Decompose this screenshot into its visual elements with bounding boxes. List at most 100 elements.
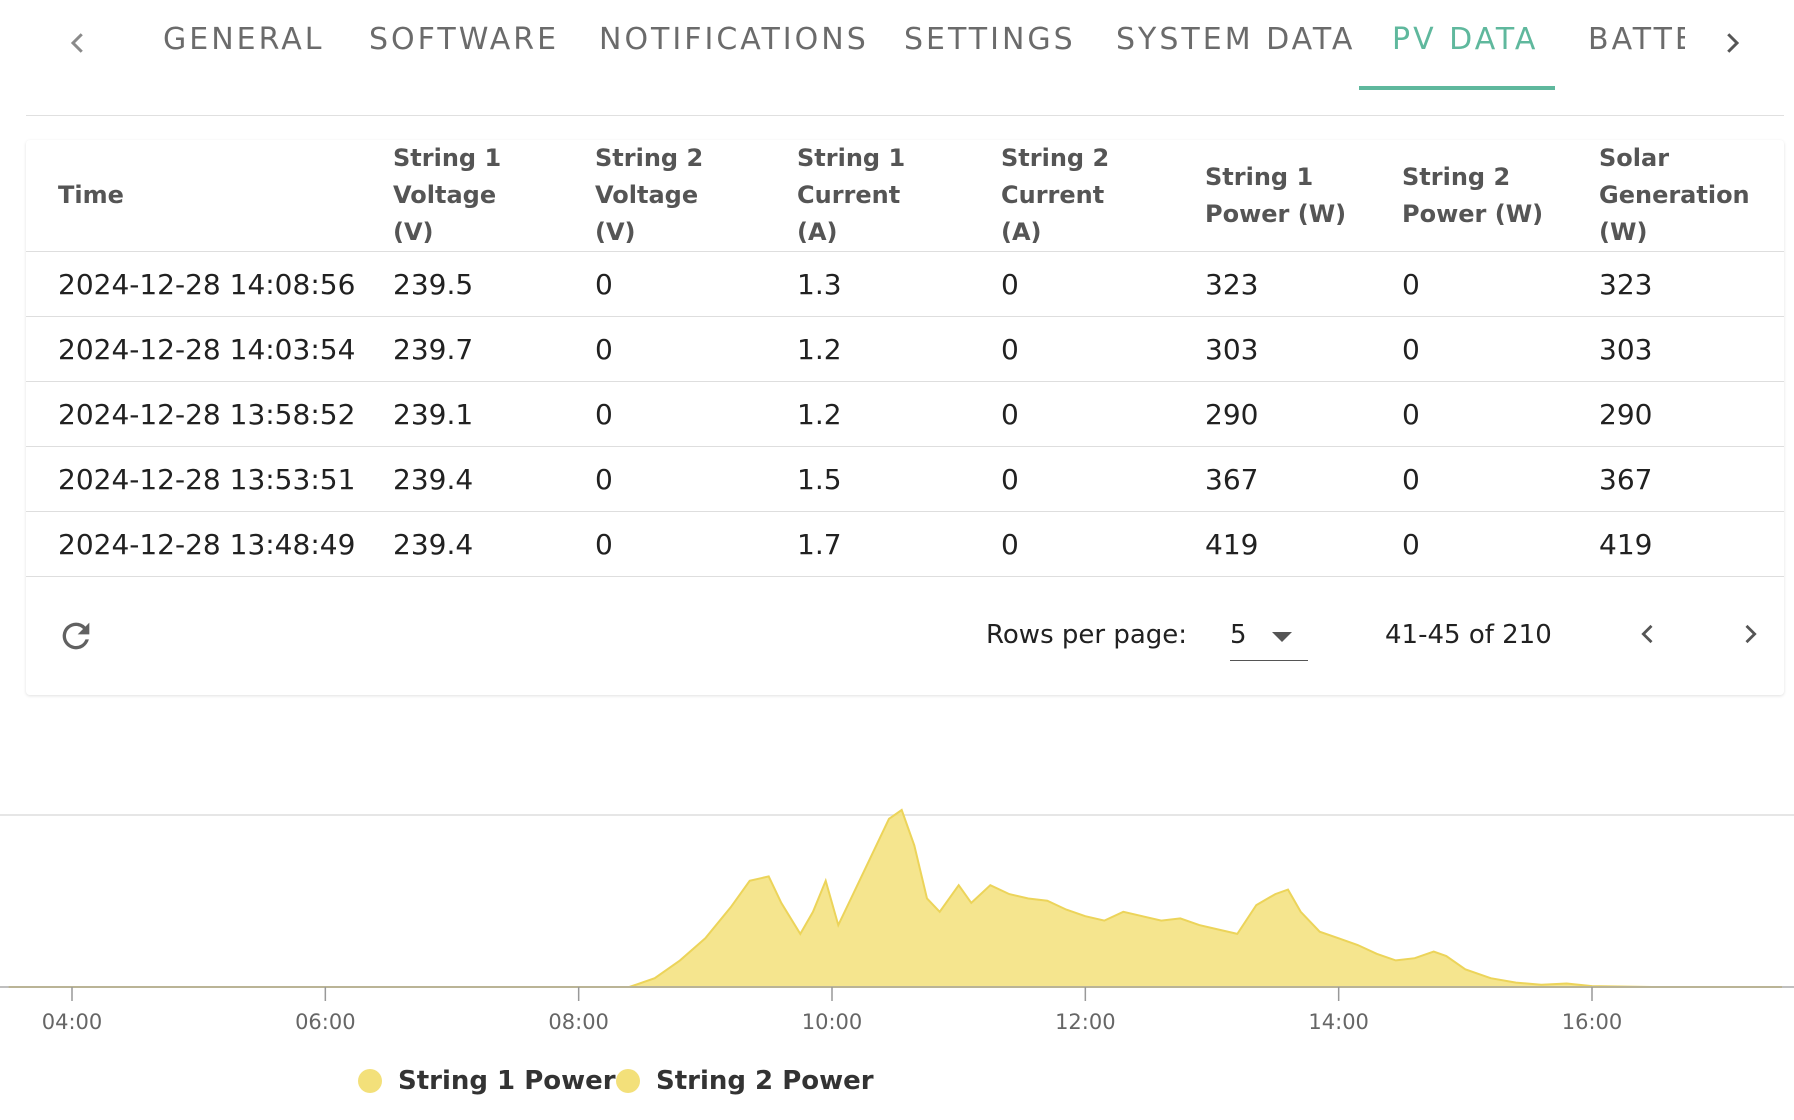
column-header-text: String 2 Voltage (V) [595,144,704,246]
column-header-text: Solar Generation (W) [1599,144,1750,246]
table-cell: 239.7 [393,316,595,382]
table-cell: 0 [595,381,797,447]
column-header-solar-generation[interactable]: Solar Generation (W) [1599,140,1784,252]
column-header-string2-voltage[interactable]: String 2 Voltage (V) [595,140,797,252]
previous-page-button[interactable] [1628,614,1668,654]
column-header-text: String 1 Current (A) [797,144,906,246]
pv-data-table-card: Time String 1 Voltage (V) String 2 Volta… [26,140,1784,695]
next-page-button[interactable] [1730,614,1770,654]
table-cell: 0 [1402,316,1599,382]
column-header-time[interactable]: Time [26,140,393,252]
table-cell: 1.5 [797,446,1001,512]
table-cell: 1.3 [797,251,1001,317]
table-cell: 290 [1599,381,1784,447]
table-cell: 2024-12-28 14:08:56 [26,251,393,317]
tab-system-data[interactable]: SYSTEM DATA [1116,22,1355,66]
table-cell: 1.7 [797,511,1001,577]
column-header-string1-power[interactable]: String 1 Power (W) [1205,140,1402,252]
table-cell: 367 [1599,446,1784,512]
tab-divider [26,115,1784,116]
x-tick-label: 06:00 [295,1010,356,1034]
table-cell: 239.1 [393,381,595,447]
chevron-right-icon [1745,624,1757,644]
chart-x-axis: 04:00 06:00 08:00 10:00 12:00 14:00 16:00 [0,986,1794,1034]
rows-per-page-select[interactable]: 5 [1230,606,1308,661]
table-row: 2024-12-28 13:53:51 239.4 0 1.5 0 367 0 … [26,446,1784,512]
tab-notifications[interactable]: NOTIFICATIONS [599,22,869,66]
table-row: 2024-12-28 13:48:49 239.4 0 1.7 0 419 0 … [26,511,1784,577]
table-cell: 239.5 [393,251,595,317]
legend-item-string1-power[interactable]: String 1 Power [358,1066,616,1096]
tab-general[interactable]: GENERAL [163,22,324,66]
table-cell: 0 [1001,446,1205,512]
x-tick-label: 04:00 [42,1010,103,1034]
table-cell: 0 [1402,511,1599,577]
legend-swatch [616,1069,640,1093]
table-cell: 323 [1205,251,1402,317]
chevron-right-icon [1727,33,1740,53]
chart-series-area [8,808,1782,988]
legend-label: String 1 Power [398,1066,616,1096]
table-cell: 2024-12-28 13:58:52 [26,381,393,447]
column-header-text: String 1 Voltage (V) [393,144,502,246]
tab-list: GENERAL SOFTWARE NOTIFICATIONS SETTINGS … [120,0,1685,100]
active-tab-indicator [1359,86,1555,90]
table-cell: 0 [595,446,797,512]
column-header-string1-voltage[interactable]: String 1 Voltage (V) [393,140,595,252]
table-cell: 2024-12-28 13:48:49 [26,511,393,577]
tab-pv-data[interactable]: PV DATA [1392,22,1538,66]
table-cell: 1.2 [797,316,1001,382]
tab-software[interactable]: SOFTWARE [369,22,559,66]
chevron-left-icon [70,33,83,53]
column-header-string2-current[interactable]: String 2 Current (A) [1001,140,1205,252]
tab-bar: GENERAL SOFTWARE NOTIFICATIONS SETTINGS … [0,0,1794,116]
table-cell: 323 [1599,251,1784,317]
table-cell: 0 [1402,251,1599,317]
x-tick-label: 16:00 [1562,1010,1623,1034]
table-row: 2024-12-28 14:08:56 239.5 0 1.3 0 323 0 … [26,251,1784,317]
table-cell: 0 [595,316,797,382]
table-cell: 0 [1001,251,1205,317]
table-cell: 0 [1402,446,1599,512]
x-tick-label: 08:00 [548,1010,609,1034]
tab-scroll-right-button[interactable] [1712,18,1752,68]
refresh-icon [62,622,90,650]
table-header-row: Time String 1 Voltage (V) String 2 Volta… [26,140,1784,252]
pv-power-chart: 04:00 06:00 08:00 10:00 12:00 14:00 16:00 [0,808,1794,1034]
column-header-string2-power[interactable]: String 2 Power (W) [1402,140,1599,252]
series-area-1[interactable] [8,808,1782,988]
tab-scroll-left-button[interactable] [58,18,98,68]
table-cell: 239.4 [393,511,595,577]
table-cell: 0 [1001,381,1205,447]
tab-battery[interactable]: BATTE [1588,22,1685,66]
tab-settings[interactable]: SETTINGS [904,22,1076,66]
rows-per-page-value: 5 [1230,620,1247,650]
table-cell: 367 [1205,446,1402,512]
table-cell: 1.2 [797,381,1001,447]
x-tick-label: 12:00 [1055,1010,1116,1034]
table-cell: 0 [1402,381,1599,447]
table-cell: 0 [595,251,797,317]
column-header-text: String 2 Power (W) [1402,162,1544,228]
table-cell: 0 [1001,316,1205,382]
legend-item-string2-power[interactable]: String 2 Power [616,1066,874,1096]
table-cell: 0 [1001,511,1205,577]
column-header-string1-current[interactable]: String 1 Current (A) [797,140,1001,252]
legend-label: String 2 Power [656,1066,874,1096]
table-cell: 2024-12-28 14:03:54 [26,316,393,382]
legend-swatch [358,1069,382,1093]
refresh-button[interactable] [56,616,96,656]
pagination-range: 41-45 of 210 [1385,620,1552,650]
table-cell: 303 [1599,316,1784,382]
table-cell: 2024-12-28 13:53:51 [26,446,393,512]
rows-per-page-label: Rows per page: [986,620,1188,650]
caret-down-icon [1272,632,1292,642]
column-header-text: String 2 Current (A) [1001,144,1110,246]
column-header-text: String 1 Power (W) [1205,162,1347,228]
table-cell: 290 [1205,381,1402,447]
table-footer: Rows per page: 5 41-45 of 210 [26,586,1784,686]
pv-data-table: Time String 1 Voltage (V) String 2 Volta… [26,140,1784,577]
table-cell: 419 [1599,511,1784,577]
x-tick-label: 10:00 [802,1010,863,1034]
x-tick-label: 14:00 [1308,1010,1369,1034]
